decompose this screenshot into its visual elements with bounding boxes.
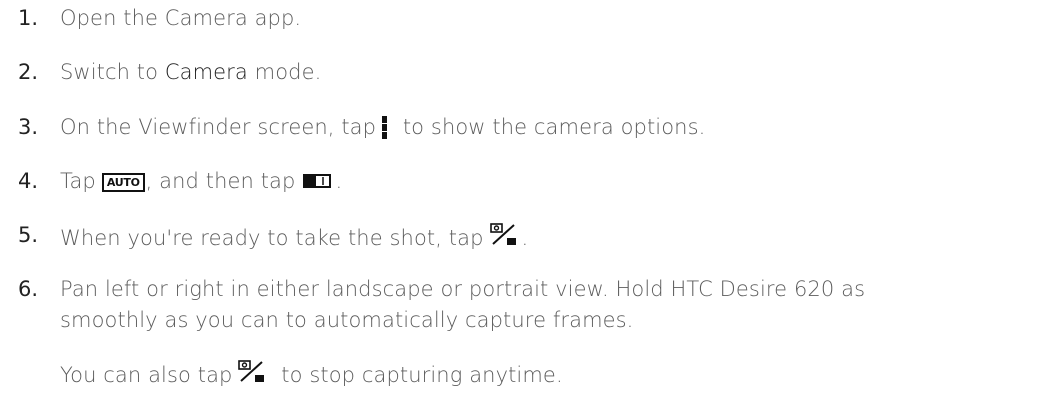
note-text-part: You can also tap <box>60 363 233 387</box>
step-text-part: to show the camera options. <box>396 115 706 139</box>
step-text-part: Tap <box>60 169 96 193</box>
shutter-icon <box>238 359 268 385</box>
panorama-icon <box>303 168 332 188</box>
step-text-part: Switch to <box>60 60 165 84</box>
step-text: On the Viewfinder screen, tap to show th… <box>60 114 705 140</box>
step-number: 1. <box>18 6 39 30</box>
step-text: Open the Camera app. <box>60 6 302 30</box>
step-number: 6. <box>18 277 39 301</box>
step-text: Tap AUTO, and then tap. <box>60 168 342 194</box>
step-number: 2. <box>18 60 39 84</box>
step-text-part: . <box>335 169 343 193</box>
step-text-line-1: Pan left or right in either landscape or… <box>60 277 866 301</box>
step-number: 5. <box>18 223 39 247</box>
camera-mode-label: Camera <box>164 60 248 84</box>
step-number: 3. <box>18 115 39 139</box>
step-text-part: On the Viewfinder screen, tap <box>60 115 377 139</box>
step-text-part: . <box>521 226 529 250</box>
step-text-part: , and then tap <box>145 169 296 193</box>
note-text-part: to stop capturing anytime. <box>274 363 563 387</box>
step-text-part: When you're ready to take the shot, tap <box>60 226 484 250</box>
auto-mode-icon: AUTO <box>101 173 145 192</box>
step-text-part: mode. <box>247 60 322 84</box>
step-number: 4. <box>18 169 39 193</box>
step-text-line-2: smoothly as you can to automatically cap… <box>60 308 634 332</box>
menu-dots-icon <box>382 114 388 140</box>
step-text: Switch to Camera mode. <box>60 59 321 85</box>
note-text: You can also tap to stop capturing anyti… <box>60 359 563 388</box>
step-text: When you're ready to take the shot, tap. <box>60 222 528 251</box>
shutter-icon <box>489 222 520 248</box>
